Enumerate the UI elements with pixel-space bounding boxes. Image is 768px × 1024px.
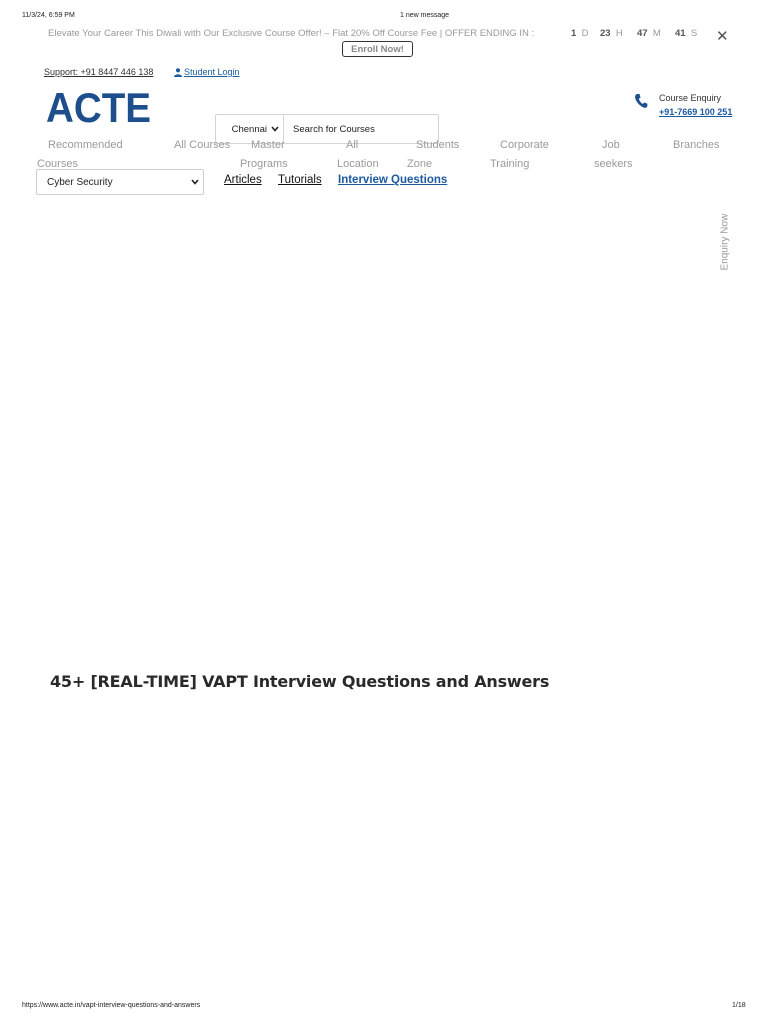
countdown-minutes-value: 47 [637,28,648,39]
nav-item-line: Training [490,158,530,170]
close-icon[interactable]: ✕ [716,27,729,45]
countdown-hours-unit: H [615,28,623,39]
nav-branches[interactable]: Branches [673,136,719,155]
countdown-hours: 23 H [600,28,623,39]
countdown-seconds-unit: S [690,28,698,39]
countdown-seconds-value: 41 [675,28,686,39]
countdown-minutes-unit: M [652,28,661,39]
print-header-message: 1 new message [400,12,450,19]
nav-item-line: All Courses [174,139,231,151]
tab-interview-questions[interactable]: Interview Questions [338,174,447,186]
nav-item-line: Job [602,139,620,151]
nav-item-line: Location [337,158,379,170]
enroll-now-button[interactable]: Enroll Now! [342,41,413,57]
city-select-value: Chennai [231,123,267,135]
countdown-minutes: 47 M [637,28,661,39]
countdown-hours-value: 23 [600,28,611,39]
tab-articles[interactable]: Articles [224,174,262,186]
countdown-seconds: 41 S [675,28,697,39]
student-login-label: Student Login [184,67,240,77]
student-login-link[interactable]: Student Login [174,67,240,77]
promo-banner-text: Elevate Your Career This Diwali with Our… [48,28,535,39]
nav-item-line: Corporate [500,139,549,151]
user-icon [174,67,182,77]
nav-job-seekers[interactable]: Job seekers [594,136,633,174]
topic-select-value: Cyber Security [47,176,113,188]
print-footer-page-number: 1/18 [732,1002,746,1009]
nav-master-programs[interactable]: Master Programs [240,136,288,174]
countdown-days: 1 D [571,28,588,39]
course-enquiry-phone-link[interactable]: +91-7669 100 251 [659,107,732,117]
topic-select[interactable]: Cyber Security [36,169,204,195]
chevron-down-icon [191,179,199,185]
tab-tutorials[interactable]: Tutorials [278,174,322,186]
nav-item-line: Master [251,139,285,151]
enquiry-now-side-tab[interactable]: Enquiry Now [720,214,731,271]
chevron-down-icon [271,126,279,132]
countdown-days-unit: D [581,28,589,39]
search-input[interactable]: Search for Courses [284,124,375,135]
nav-item-line: seekers [594,158,633,170]
nav-students-zone[interactable]: Students Zone [407,136,459,174]
countdown-days-value: 1 [571,28,577,39]
course-enquiry-label: Course Enquiry [659,93,722,103]
phone-icon [635,94,648,108]
nav-item-line: All [346,139,359,151]
nav-item-line: Recommended [48,139,123,151]
nav-item-line: Programs [240,158,288,170]
nav-item-line: Branches [673,139,720,151]
print-header-datetime: 11/3/24, 6:59 PM [22,12,75,19]
support-phone-link[interactable]: Support: +91 8447 446 138 [44,67,153,77]
nav-item-line: Students [416,139,460,151]
nav-corporate-training[interactable]: Corporate Training [490,136,549,174]
page-title: 45+ [REAL-TIME] VAPT Interview Questions… [50,672,550,691]
nav-all-courses[interactable]: All Courses [174,136,230,155]
nav-all-location[interactable]: All Location [337,136,379,174]
acte-logo[interactable]: ACTE [46,88,152,124]
print-footer-url: https://www.acte.in/vapt-interview-quest… [22,1002,201,1009]
logo-text: ACTE [46,88,151,124]
nav-item-line: Zone [407,158,433,170]
